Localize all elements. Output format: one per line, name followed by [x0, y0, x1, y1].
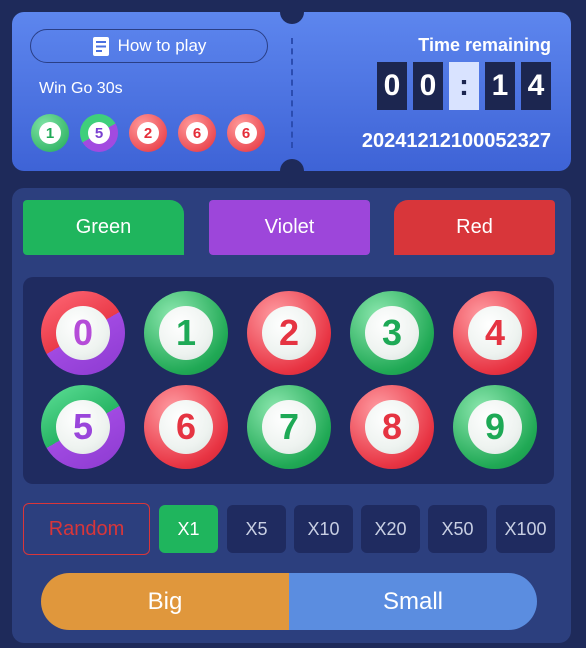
multiplier-x10-button[interactable]: X10 — [294, 505, 353, 553]
document-icon — [92, 36, 110, 56]
multiplier-x50-button[interactable]: X50 — [428, 505, 487, 553]
how-to-play-button[interactable]: How to play — [30, 29, 268, 63]
multiplier-x1-button[interactable]: X1 — [159, 505, 218, 553]
recent-result-ball: 6 — [227, 114, 265, 152]
number-ball-0[interactable]: 0 — [41, 291, 125, 375]
timer-digit: 4 — [521, 62, 551, 110]
recent-result-ball: 5 — [80, 114, 118, 152]
recent-results: 1 5 2 6 6 — [31, 114, 265, 152]
how-to-play-label: How to play — [117, 36, 207, 55]
game-header-card: How to play Win Go 30s 1 5 2 6 6 Time re… — [12, 0, 571, 183]
number-grid: 0 1 2 3 4 5 6 7 8 9 — [23, 277, 554, 484]
number-ball-1[interactable]: 1 — [144, 291, 228, 375]
game-name: Win Go 30s — [39, 80, 123, 97]
bet-small-button[interactable]: Small — [289, 573, 537, 630]
number-ball-9[interactable]: 9 — [453, 385, 537, 469]
number-ball-5[interactable]: 5 — [41, 385, 125, 469]
number-ball-6[interactable]: 6 — [144, 385, 228, 469]
multiplier-x20-button[interactable]: X20 — [361, 505, 420, 553]
multiplier-x100-button[interactable]: X100 — [496, 505, 555, 553]
recent-result-ball: 1 — [31, 114, 69, 152]
timer-separator: : — [449, 62, 479, 110]
number-ball-7[interactable]: 7 — [247, 385, 331, 469]
big-small-toggle: Big Small — [41, 573, 537, 630]
timer-digit: 0 — [413, 62, 443, 110]
recent-result-ball: 2 — [129, 114, 167, 152]
bet-violet-button[interactable]: Violet — [209, 200, 370, 255]
recent-result-ball: 6 — [178, 114, 216, 152]
ticket-notch-top — [280, 0, 304, 24]
timer-digit: 0 — [377, 62, 407, 110]
number-ball-4[interactable]: 4 — [453, 291, 537, 375]
bet-green-button[interactable]: Green — [23, 200, 184, 255]
number-ball-3[interactable]: 3 — [350, 291, 434, 375]
timer-digit: 1 — [485, 62, 515, 110]
number-ball-2[interactable]: 2 — [247, 291, 331, 375]
period-number: 20241212100052327 — [361, 130, 551, 152]
ticket-notch-bottom — [280, 159, 304, 183]
bet-red-button[interactable]: Red — [394, 200, 555, 255]
multiplier-x5-button[interactable]: X5 — [227, 505, 286, 553]
ticket-divider — [291, 38, 293, 148]
countdown-timer: 0 0 : 1 4 — [377, 62, 551, 110]
number-ball-8[interactable]: 8 — [350, 385, 434, 469]
random-button[interactable]: Random — [23, 503, 150, 555]
time-remaining-label: Time remaining — [418, 35, 551, 55]
bet-big-button[interactable]: Big — [41, 573, 289, 630]
betting-panel: Green Violet Red 0 1 2 3 4 5 6 7 8 9 Ran… — [12, 188, 571, 643]
